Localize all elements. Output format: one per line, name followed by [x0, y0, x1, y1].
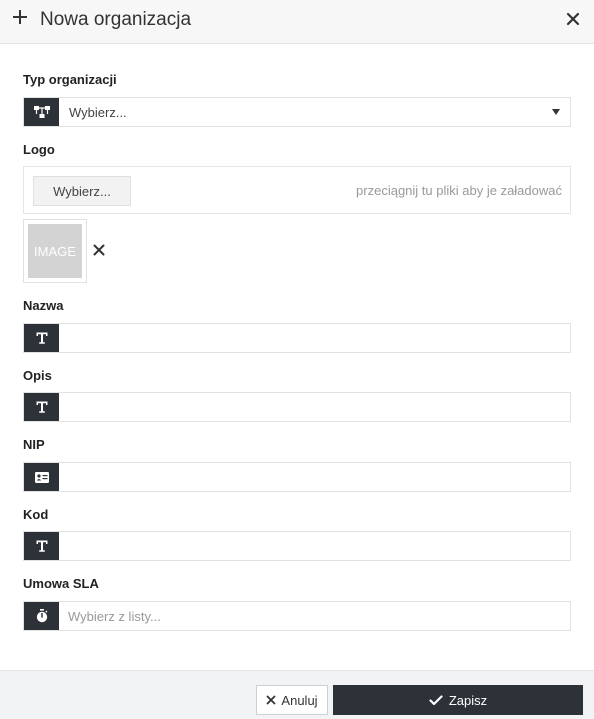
close-icon[interactable]	[566, 12, 580, 26]
cancel-label: Anuluj	[281, 692, 318, 708]
nip-label: NIP	[23, 437, 45, 452]
description-field[interactable]	[23, 392, 571, 422]
save-button[interactable]: Zapisz	[333, 685, 583, 715]
logo-label: Logo	[23, 142, 55, 157]
sla-label: Umowa SLA	[23, 576, 99, 591]
stopwatch-icon	[24, 602, 59, 630]
type-select-value: Wybierz...	[69, 105, 127, 120]
plus-icon	[13, 10, 27, 24]
modal-header: Nowa organizacja	[0, 0, 594, 44]
code-label: Kod	[23, 507, 49, 522]
choose-file-button[interactable]: Wybierz...	[33, 176, 131, 206]
check-icon	[429, 694, 443, 705]
chevron-down-icon	[552, 109, 560, 115]
sla-select[interactable]: Wybierz z listy...	[23, 601, 571, 631]
cancel-button[interactable]: Anuluj	[256, 685, 328, 715]
save-label: Zapisz	[448, 692, 488, 708]
id-card-icon	[24, 463, 59, 491]
description-label: Opis	[23, 368, 52, 383]
text-icon	[24, 324, 59, 352]
code-input[interactable]	[59, 532, 570, 560]
close-icon	[267, 695, 276, 705]
org-hierarchy-icon	[24, 98, 59, 126]
code-field[interactable]	[23, 531, 571, 561]
drop-hint: przeciągnij tu pliki aby je załadować	[356, 183, 562, 198]
type-select[interactable]: Wybierz...	[23, 97, 571, 127]
logo-preview: IMAGE	[23, 219, 87, 283]
text-icon	[24, 532, 59, 560]
sla-select-placeholder: Wybierz z listy...	[68, 609, 161, 624]
type-label: Typ organizacji	[23, 72, 117, 87]
nip-input[interactable]	[59, 463, 570, 491]
remove-image-icon[interactable]	[93, 244, 105, 256]
name-input[interactable]	[59, 324, 570, 352]
modal-footer: Anuluj Zapisz	[0, 670, 594, 719]
name-field[interactable]	[23, 323, 571, 353]
logo-upload-dropzone[interactable]: Wybierz... przeciągnij tu pliki aby je z…	[23, 166, 571, 214]
modal-title: Nowa organizacja	[40, 9, 192, 30]
nip-field[interactable]	[23, 462, 571, 492]
image-placeholder: IMAGE	[28, 224, 82, 278]
name-label: Nazwa	[23, 298, 64, 313]
description-input[interactable]	[59, 393, 570, 421]
text-icon	[24, 393, 59, 421]
